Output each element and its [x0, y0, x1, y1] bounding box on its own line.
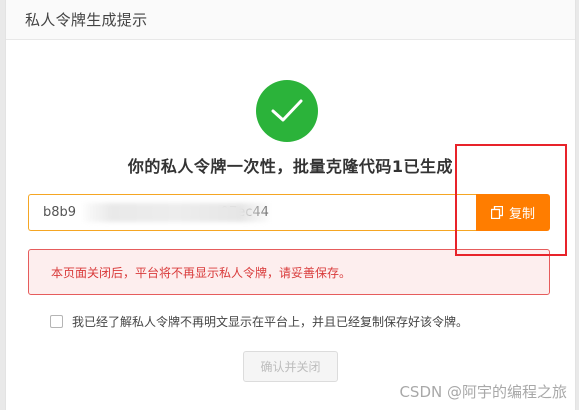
acknowledge-text: 我已经了解私人令牌不再明文显示在平台上，并且已经复制保存好该令牌。 — [72, 315, 469, 329]
warning-alert-text: 本页面关闭后，平台将不再显示私人令牌，请妥善保存。 — [51, 265, 352, 280]
acknowledge-checkbox[interactable] — [50, 315, 63, 328]
success-check-icon — [256, 80, 318, 142]
acknowledge-row[interactable]: 我已经了解私人令牌不再明文显示在平台上，并且已经复制保存好该令牌。 — [50, 313, 468, 330]
watermark: CSDN @阿宇的编程之旅 — [399, 383, 567, 401]
confirm-close-button[interactable]: 确认并关闭 — [243, 351, 338, 382]
token-field[interactable] — [28, 194, 476, 231]
dialog-title: 私人令牌生成提示 — [25, 11, 148, 29]
red-highlight-annotation — [455, 144, 567, 256]
dialog-header: 私人令牌生成提示 — [6, 0, 575, 40]
